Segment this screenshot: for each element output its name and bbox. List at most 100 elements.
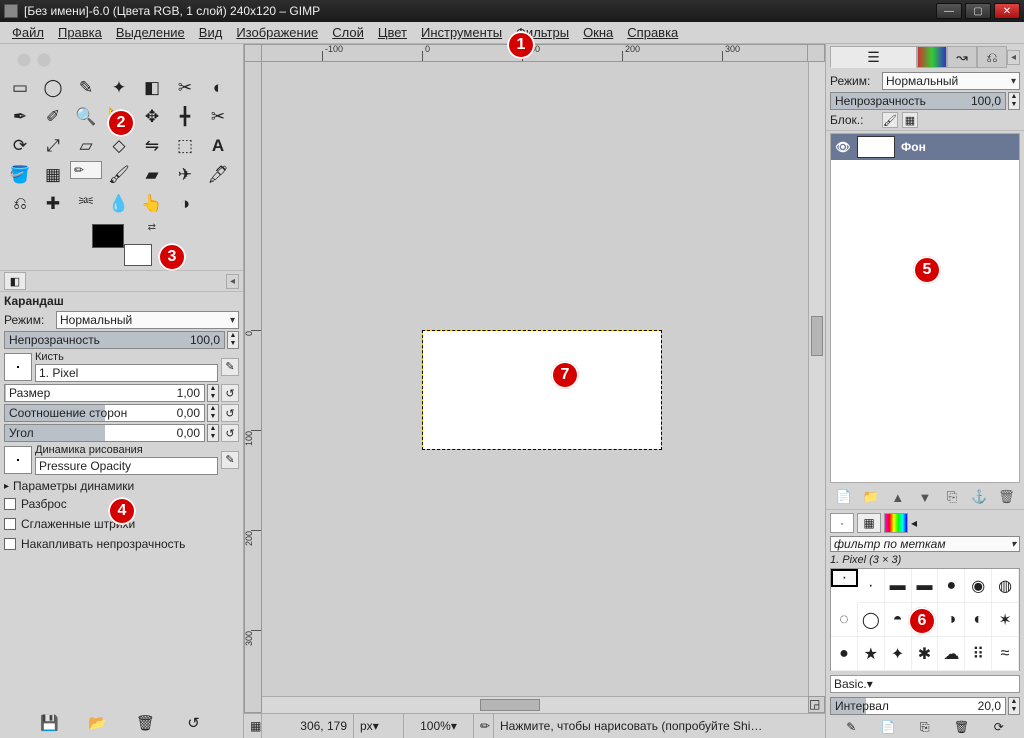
brush-edit-button[interactable]: ✎	[221, 358, 239, 376]
brush-item[interactable]: ◉	[965, 569, 992, 603]
tool-scissors[interactable]: ✂	[169, 74, 201, 102]
menu-edit[interactable]: Правка	[52, 23, 108, 42]
tab-gradients[interactable]	[884, 513, 908, 533]
brush-item[interactable]: ⠿	[965, 637, 992, 671]
brush-item[interactable]: ▬	[912, 569, 939, 603]
layer-up-icon[interactable]: ▲	[889, 488, 907, 506]
brush-item[interactable]: ◐	[965, 603, 992, 637]
tool-clone[interactable]: ⎌	[4, 190, 36, 218]
mode-combobox[interactable]: Нормальный	[56, 311, 239, 329]
tool-perspective-clone[interactable]: ⎃	[70, 190, 102, 218]
dynamics-preview[interactable]	[4, 446, 32, 474]
save-preset-icon[interactable]: 💾	[39, 712, 61, 734]
tool-align[interactable]: ╋	[169, 103, 201, 131]
tool-blend[interactable]: ▦	[37, 161, 69, 189]
brush-item[interactable]: ✶	[992, 603, 1019, 637]
layer-down-icon[interactable]: ▼	[916, 488, 934, 506]
aspect-reset-button[interactable]: ↺	[221, 404, 239, 422]
brush-item[interactable]: ★	[858, 637, 885, 671]
brush-preview[interactable]	[4, 353, 32, 381]
aspect-slider[interactable]: Соотношение сторон 0,00	[4, 404, 205, 422]
tool-text[interactable]: A	[202, 132, 234, 160]
brush-item[interactable]: ◑	[938, 603, 965, 637]
duplicate-layer-icon[interactable]: ⎘	[943, 488, 961, 506]
lock-alpha-icon[interactable]: ▦	[902, 112, 918, 128]
tool-paths[interactable]: ✒	[4, 103, 36, 131]
brush-item[interactable]: ☁	[938, 637, 965, 671]
brush-delete-icon[interactable]: 🗑	[954, 720, 969, 735]
dynamics-edit-button[interactable]: ✎	[221, 451, 239, 469]
brush-item[interactable]: ◍	[992, 569, 1019, 603]
tool-bucket-fill[interactable]: 🪣	[4, 161, 36, 189]
angle-spin[interactable]: ▲▼	[207, 424, 219, 442]
brush-item[interactable]: ●	[938, 569, 965, 603]
swap-colors-icon[interactable]: ⇄	[148, 222, 156, 233]
canvas[interactable]	[422, 330, 662, 450]
dynamics-params-expander[interactable]: Параметры динамики	[4, 479, 239, 493]
tool-rect-select[interactable]: ▭	[4, 74, 36, 102]
brush-duplicate-icon[interactable]: ⎘	[920, 720, 930, 735]
tool-shear[interactable]: ▱	[70, 132, 102, 160]
brush-item[interactable]: ·	[858, 569, 885, 603]
delete-layer-icon[interactable]: 🗑	[997, 488, 1015, 506]
tool-zoom[interactable]: 🔍	[70, 103, 102, 131]
opacity-slider[interactable]: Непрозрачность 100,0	[4, 331, 225, 349]
ruler-horizontal[interactable]: -100 0 100 200 300	[262, 44, 808, 62]
visibility-icon[interactable]: 👁	[835, 139, 851, 155]
new-group-icon[interactable]: 📁	[862, 488, 880, 506]
tab-brushes[interactable]: ·	[830, 513, 854, 533]
brush-item[interactable]: ·	[831, 569, 858, 587]
tool-airbrush[interactable]: ✈	[169, 161, 201, 189]
incremental-checkbox[interactable]: Накапливать непрозрачность	[4, 537, 239, 551]
tool-free-select[interactable]: ✎	[70, 74, 102, 102]
quickmask-toggle[interactable]: ▦	[244, 714, 262, 738]
brush-item[interactable]: ≈	[992, 637, 1019, 671]
tool-smudge[interactable]: 👆	[136, 190, 168, 218]
menu-windows[interactable]: Окна	[577, 23, 619, 42]
size-reset-button[interactable]: ↺	[221, 384, 239, 402]
dynamics-name-field[interactable]: Pressure Opacity	[35, 457, 218, 475]
tool-foreground-select[interactable]: ◐	[202, 74, 234, 102]
brushes-tab-menu[interactable]: ◂	[911, 516, 917, 530]
anchor-layer-icon[interactable]: ⚓	[970, 488, 988, 506]
brush-new-icon[interactable]: 📄	[881, 720, 896, 735]
brush-name-field[interactable]: 1. Pixel	[35, 364, 218, 382]
tool-fuzzy-select[interactable]: ✦	[103, 74, 135, 102]
layer-mode-combobox[interactable]: Нормальный	[882, 72, 1020, 90]
status-unit[interactable]: px ▾	[354, 714, 404, 738]
size-slider[interactable]: Размер 1,00	[4, 384, 205, 402]
brush-item[interactable]: ◯	[858, 603, 885, 637]
delete-preset-icon[interactable]: 🗑	[135, 712, 157, 734]
lock-pixels-icon[interactable]: 🖌	[882, 112, 898, 128]
bg-color-swatch[interactable]	[124, 244, 152, 266]
brush-item[interactable]: ▬	[885, 569, 912, 603]
tool-blur[interactable]: 💧	[103, 190, 135, 218]
tool-ellipse-select[interactable]: ◯	[37, 74, 69, 102]
opacity-spin[interactable]: ▲▼	[227, 331, 239, 349]
menu-tools[interactable]: Инструменты	[415, 23, 508, 42]
new-layer-icon[interactable]: 📄	[835, 488, 853, 506]
brush-item[interactable]: ✦	[885, 637, 912, 671]
spacing-spin[interactable]: ▲▼	[1008, 697, 1020, 715]
tool-crop[interactable]: ✂	[202, 103, 234, 131]
menu-layer[interactable]: Слой	[326, 23, 370, 42]
maximize-button[interactable]: ▢	[965, 3, 991, 19]
brush-item[interactable]: ✱	[912, 637, 939, 671]
angle-reset-button[interactable]: ↺	[221, 424, 239, 442]
spacing-slider[interactable]: Интервал 20,0	[830, 697, 1006, 715]
vscrollbar[interactable]	[808, 62, 825, 696]
tab-menu-button[interactable]: ◂	[226, 274, 239, 289]
viewport[interactable]	[262, 62, 808, 696]
size-spin[interactable]: ▲▼	[207, 384, 219, 402]
tool-color-picker[interactable]: ✐	[37, 103, 69, 131]
tab-undo[interactable]: ⎌	[977, 46, 1007, 68]
aspect-spin[interactable]: ▲▼	[207, 404, 219, 422]
tool-ink[interactable]: 🖋	[202, 161, 234, 189]
tab-patterns[interactable]: ▦	[857, 513, 881, 533]
menu-select[interactable]: Выделение	[110, 23, 191, 42]
tool-paintbrush[interactable]: 🖌	[103, 161, 135, 189]
menu-image[interactable]: Изображение	[230, 23, 324, 42]
close-button[interactable]: ✕	[994, 3, 1020, 19]
tool-pencil[interactable]: ✏	[70, 161, 102, 179]
brush-preset-combobox[interactable]: Basic. ▾	[830, 675, 1020, 693]
